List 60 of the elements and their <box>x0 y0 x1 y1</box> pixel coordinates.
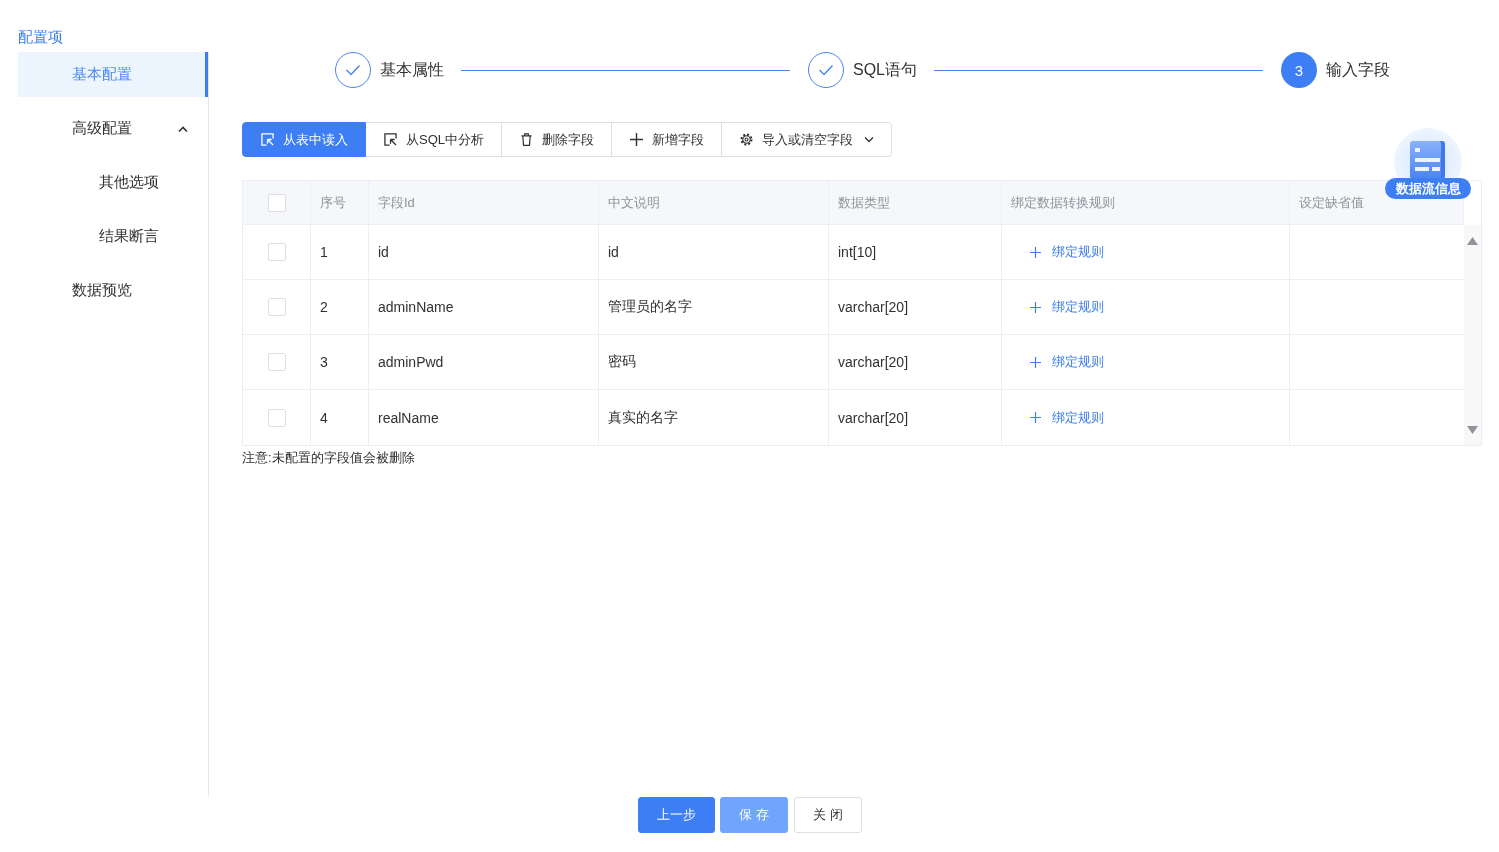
table-cell: adminPwd <box>369 335 599 390</box>
table-cell: int[10] <box>829 225 1002 280</box>
table-cell: id <box>369 225 599 280</box>
sidebar-title: 配置项 <box>18 27 63 47</box>
toolbar-button[interactable]: 新增字段 <box>611 122 722 157</box>
table-cell: 4 <box>311 390 369 445</box>
select-all-checkbox[interactable] <box>267 193 286 212</box>
trash-icon <box>520 133 533 146</box>
note-text: 注意:未配置的字段值会被删除 <box>242 449 415 467</box>
table-cell: realName <box>369 390 599 445</box>
document-icon[interactable] <box>1394 128 1462 178</box>
select-box-icon <box>261 133 274 146</box>
menu-item[interactable]: 高级配置 <box>18 106 208 151</box>
bind-rule-button[interactable]: 绑定规则 <box>1030 408 1104 427</box>
plus-icon <box>630 133 643 146</box>
column-header: 数据类型 <box>829 181 1002 225</box>
settings-icon <box>740 133 753 146</box>
footer-button[interactable]: 关 闭 <box>794 797 862 833</box>
scroll-down-icon[interactable] <box>1467 426 1478 434</box>
menu-item[interactable]: 其他选项 <box>18 160 208 205</box>
plus-icon <box>1030 356 1041 368</box>
table-cell: 2 <box>311 280 369 335</box>
toolbar-button[interactable]: 从SQL中分析 <box>365 122 502 157</box>
column-header: 中文说明 <box>599 181 829 225</box>
toolbar-button[interactable]: 删除字段 <box>501 122 612 157</box>
select-box-icon <box>384 133 397 146</box>
row-checkbox[interactable] <box>267 243 286 261</box>
data-flow-info-button[interactable]: 数据流信息 <box>1385 178 1471 199</box>
row-checkbox[interactable] <box>267 353 286 371</box>
row-checkbox[interactable] <box>267 408 286 427</box>
table-cell: 真实的名字 <box>599 390 829 445</box>
table-cell: varchar[20] <box>829 390 1002 445</box>
column-header: 绑定数据转换规则 <box>1002 181 1290 225</box>
step-number: 3 <box>1281 52 1317 88</box>
row-checkbox[interactable] <box>267 298 286 316</box>
menu-item[interactable]: 数据预览 <box>18 268 208 313</box>
bind-rule-button[interactable]: 绑定规则 <box>1030 353 1104 371</box>
step-label: 基本属性 <box>380 59 444 80</box>
bind-rule-button[interactable]: 绑定规则 <box>1030 243 1104 261</box>
table-cell: 管理员的名字 <box>599 280 829 335</box>
plus-icon <box>1030 301 1041 313</box>
table-cell: 3 <box>311 335 369 390</box>
table-cell: varchar[20] <box>829 280 1002 335</box>
scroll-up-icon[interactable] <box>1467 237 1478 245</box>
step-label: SQL语句 <box>853 59 917 80</box>
column-header: 字段Id <box>369 181 599 225</box>
plus-icon <box>1030 412 1041 423</box>
column-header: 序号 <box>311 181 369 225</box>
table-cell: varchar[20] <box>829 335 1002 390</box>
toolbar-button[interactable]: 导入或清空字段 <box>721 122 892 157</box>
step-label: 输入字段 <box>1326 59 1390 80</box>
toolbar-button[interactable]: 从表中读入 <box>242 122 366 157</box>
menu-item[interactable]: 结果断言 <box>18 214 208 259</box>
plus-icon <box>1030 246 1041 258</box>
bind-rule-button[interactable]: 绑定规则 <box>1030 298 1104 316</box>
table-cell: id <box>599 225 829 280</box>
table-cell: adminName <box>369 280 599 335</box>
table-cell: 1 <box>311 225 369 280</box>
footer-button[interactable]: 上一步 <box>638 797 716 833</box>
table-cell: 密码 <box>599 335 829 390</box>
